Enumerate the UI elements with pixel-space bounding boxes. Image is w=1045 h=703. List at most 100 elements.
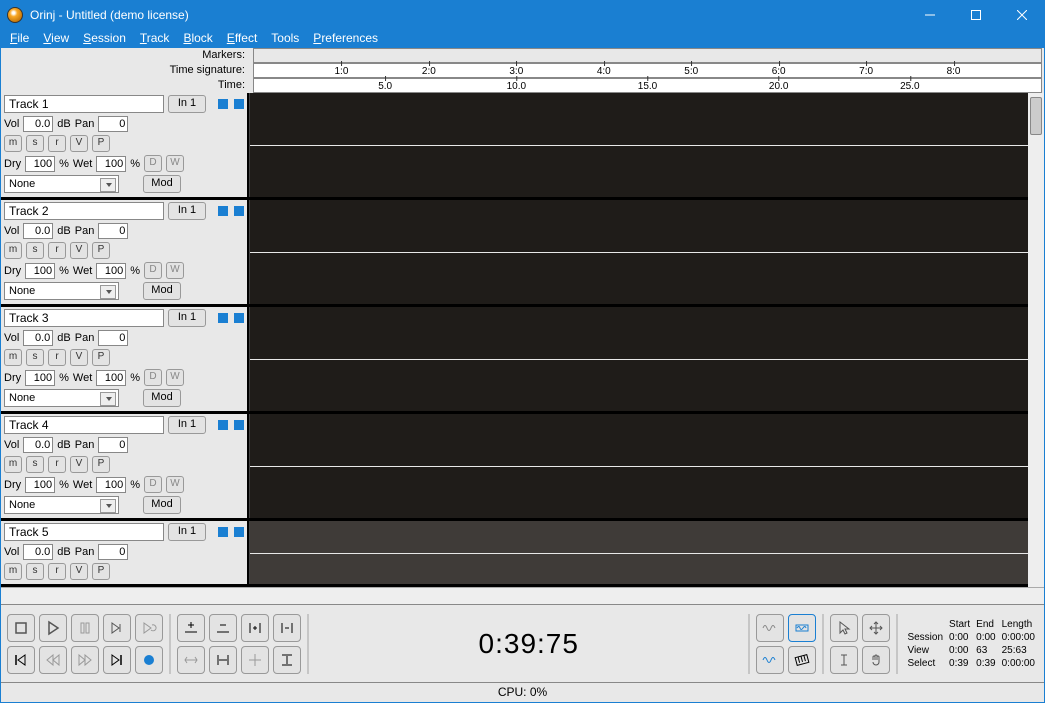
dry-toggle[interactable]: D bbox=[144, 155, 162, 172]
wet-toggle[interactable]: W bbox=[166, 262, 184, 279]
vzoom-in-button[interactable] bbox=[241, 614, 269, 642]
play-button[interactable] bbox=[39, 614, 67, 642]
pan-value[interactable]: 0 bbox=[98, 116, 128, 132]
track-lane[interactable] bbox=[249, 521, 1044, 584]
horizontal-scrollbar[interactable] bbox=[1, 587, 1044, 604]
track-V-button[interactable]: V bbox=[70, 135, 88, 152]
menu-effect[interactable]: Effect bbox=[221, 30, 263, 47]
vol-value[interactable]: 0.0 bbox=[23, 223, 53, 239]
wet-value[interactable]: 100 bbox=[96, 156, 126, 172]
mod-button[interactable]: Mod bbox=[143, 389, 181, 407]
track-V-button[interactable]: V bbox=[70, 456, 88, 473]
mod-button[interactable]: Mod bbox=[143, 282, 181, 300]
wet-value[interactable]: 100 bbox=[96, 370, 126, 386]
fit-sel-h-button[interactable] bbox=[177, 646, 205, 674]
track-name-input[interactable]: Track 2 bbox=[4, 202, 164, 220]
track-name-input[interactable]: Track 1 bbox=[4, 95, 164, 113]
pointer-tool[interactable] bbox=[830, 614, 858, 642]
track-V-button[interactable]: V bbox=[70, 349, 88, 366]
track-name-input[interactable]: Track 5 bbox=[4, 523, 164, 541]
record-button[interactable] bbox=[135, 646, 163, 674]
vertical-scrollbar[interactable] bbox=[1028, 93, 1044, 587]
fit-sel-v-button[interactable] bbox=[241, 646, 269, 674]
hzoom-out-button[interactable] bbox=[209, 614, 237, 642]
midi-edit-button[interactable] bbox=[788, 646, 816, 674]
dry-value[interactable]: 100 bbox=[25, 156, 55, 172]
track-input-button[interactable]: In 1 bbox=[168, 202, 206, 220]
effect-select[interactable]: None bbox=[4, 282, 119, 300]
effect-select[interactable]: None bbox=[4, 496, 119, 514]
vol-value[interactable]: 0.0 bbox=[23, 544, 53, 560]
loop-range-button[interactable] bbox=[788, 614, 816, 642]
wet-toggle[interactable]: W bbox=[166, 476, 184, 493]
fast-fwd-button[interactable] bbox=[103, 646, 131, 674]
track-s-button[interactable]: s bbox=[26, 135, 44, 152]
dry-toggle[interactable]: D bbox=[144, 476, 162, 493]
menu-block[interactable]: Block bbox=[177, 30, 218, 47]
mod-button[interactable]: Mod bbox=[143, 175, 181, 193]
snap-wave-button[interactable] bbox=[756, 614, 784, 642]
track-m-button[interactable]: m bbox=[4, 349, 22, 366]
pan-value[interactable]: 0 bbox=[98, 223, 128, 239]
track-V-button[interactable]: V bbox=[70, 242, 88, 259]
dry-value[interactable]: 100 bbox=[25, 477, 55, 493]
vol-value[interactable]: 0.0 bbox=[23, 437, 53, 453]
track-input-button[interactable]: In 1 bbox=[168, 523, 206, 541]
pan-value[interactable]: 0 bbox=[98, 437, 128, 453]
pan-value[interactable]: 0 bbox=[98, 330, 128, 346]
time-ruler[interactable]: 5.010.015.020.025.0 bbox=[253, 78, 1042, 93]
ibeam-tool[interactable] bbox=[830, 646, 858, 674]
track-r-button[interactable]: r bbox=[48, 242, 66, 259]
dry-value[interactable]: 100 bbox=[25, 263, 55, 279]
hand-tool[interactable] bbox=[862, 646, 890, 674]
minimize-button[interactable] bbox=[907, 0, 953, 30]
track-V-button[interactable]: V bbox=[70, 563, 88, 580]
track-P-button[interactable]: P bbox=[92, 242, 110, 259]
rewind-button[interactable] bbox=[7, 646, 35, 674]
wet-toggle[interactable]: W bbox=[166, 369, 184, 386]
menu-prefs[interactable]: Preferences bbox=[307, 30, 384, 47]
close-button[interactable] bbox=[999, 0, 1045, 30]
vol-value[interactable]: 0.0 bbox=[23, 116, 53, 132]
move-tool[interactable] bbox=[862, 614, 890, 642]
effect-select[interactable]: None bbox=[4, 175, 119, 193]
track-input-button[interactable]: In 1 bbox=[168, 95, 206, 113]
effect-select[interactable]: None bbox=[4, 389, 119, 407]
markers-ruler[interactable] bbox=[253, 48, 1042, 63]
track-P-button[interactable]: P bbox=[92, 563, 110, 580]
track-P-button[interactable]: P bbox=[92, 135, 110, 152]
track-input-button[interactable]: In 1 bbox=[168, 416, 206, 434]
vzoom-out-button[interactable] bbox=[273, 614, 301, 642]
step-back-button[interactable] bbox=[39, 646, 67, 674]
wet-value[interactable]: 100 bbox=[96, 477, 126, 493]
track-m-button[interactable]: m bbox=[4, 135, 22, 152]
play-loop-button[interactable] bbox=[135, 614, 163, 642]
menu-session[interactable]: Session bbox=[77, 30, 132, 47]
dry-toggle[interactable]: D bbox=[144, 369, 162, 386]
track-r-button[interactable]: r bbox=[48, 456, 66, 473]
mod-button[interactable]: Mod bbox=[143, 496, 181, 514]
maximize-button[interactable] bbox=[953, 0, 999, 30]
track-r-button[interactable]: r bbox=[48, 563, 66, 580]
play-sel-button[interactable] bbox=[103, 614, 131, 642]
track-lane[interactable] bbox=[249, 414, 1044, 518]
hzoom-in-button[interactable] bbox=[177, 614, 205, 642]
menu-track[interactable]: Track bbox=[134, 30, 176, 47]
stop-button[interactable] bbox=[7, 614, 35, 642]
track-input-button[interactable]: In 1 bbox=[168, 309, 206, 327]
wet-value[interactable]: 100 bbox=[96, 263, 126, 279]
track-s-button[interactable]: s bbox=[26, 349, 44, 366]
step-fwd-button[interactable] bbox=[71, 646, 99, 674]
track-P-button[interactable]: P bbox=[92, 456, 110, 473]
track-s-button[interactable]: s bbox=[26, 456, 44, 473]
menu-file[interactable]: File bbox=[4, 30, 35, 47]
track-r-button[interactable]: r bbox=[48, 349, 66, 366]
track-r-button[interactable]: r bbox=[48, 135, 66, 152]
track-lane[interactable] bbox=[249, 307, 1044, 411]
pan-value[interactable]: 0 bbox=[98, 544, 128, 560]
track-name-input[interactable]: Track 3 bbox=[4, 309, 164, 327]
dry-value[interactable]: 100 bbox=[25, 370, 55, 386]
track-name-input[interactable]: Track 4 bbox=[4, 416, 164, 434]
menu-view[interactable]: View bbox=[37, 30, 75, 47]
track-s-button[interactable]: s bbox=[26, 563, 44, 580]
